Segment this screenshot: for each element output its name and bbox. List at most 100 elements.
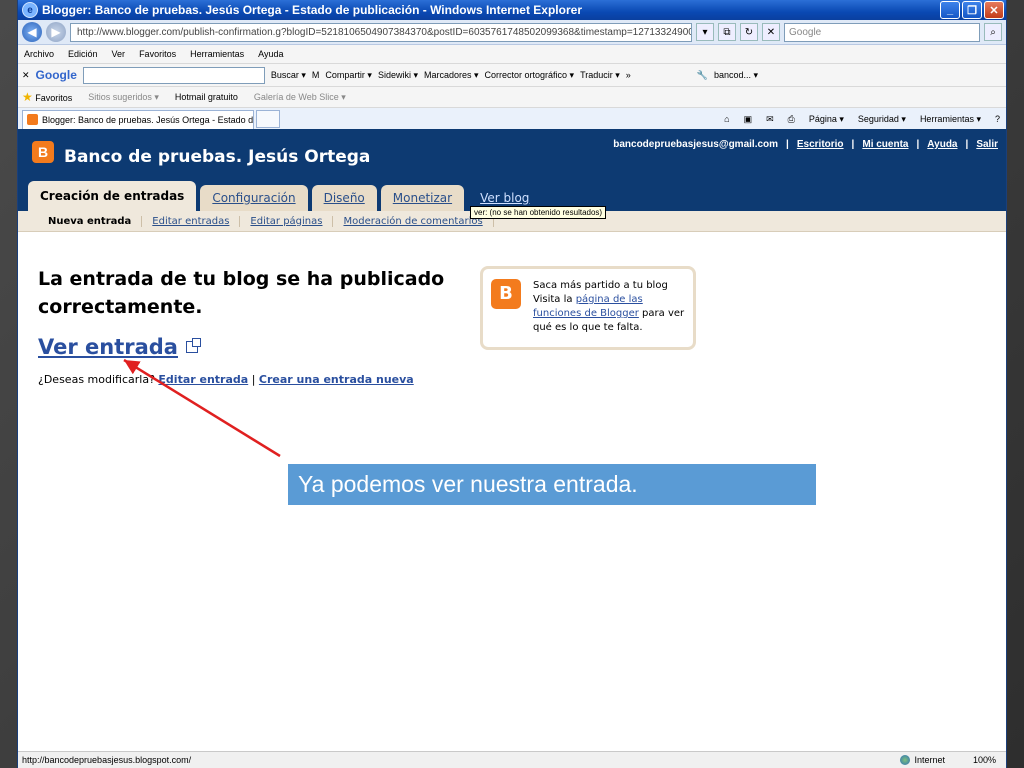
menu-favoritos[interactable]: Favoritos: [139, 49, 176, 59]
google-marcadores[interactable]: Marcadores ▾: [424, 70, 479, 81]
subtab-nueva-entrada[interactable]: Nueva entrada: [38, 215, 143, 227]
mail-icon[interactable]: ✉: [766, 114, 774, 125]
google-logo: Google: [35, 68, 77, 82]
google-toolbar: ✕ Google Buscar ▾ M Compartir ▾ Sidewiki…: [18, 64, 1006, 87]
separator: |: [965, 139, 969, 150]
blogger-favicon: [27, 114, 38, 125]
search-placeholder: Google: [789, 26, 822, 38]
edit-post-link[interactable]: Editar entrada: [158, 373, 248, 386]
blogger-page: B Banco de pruebas. Jesús Ortega bancode…: [18, 129, 1006, 751]
status-right: Internet 100%: [900, 755, 1006, 766]
print-icon[interactable]: ⎙: [788, 114, 795, 125]
tab-configuracion[interactable]: Configuración: [200, 185, 308, 211]
link-salir[interactable]: Salir: [976, 139, 998, 150]
callout-text: Ya podemos ver nuestra entrada.: [298, 471, 638, 497]
search-icon[interactable]: ⌕: [984, 23, 1002, 41]
cmd-seguridad[interactable]: Seguridad ▾: [858, 114, 906, 125]
wrench-icon[interactable]: 🔧: [697, 70, 708, 81]
menu-ver[interactable]: Ver: [112, 49, 126, 59]
separator: |: [916, 139, 920, 150]
back-icon[interactable]: ◀: [22, 22, 42, 42]
favorites-bar: ★ Favoritos Sitios sugeridos ▾ Hotmail g…: [18, 87, 1006, 108]
cmd-pagina[interactable]: Página ▾: [809, 114, 844, 125]
close-toolbar-icon[interactable]: ✕: [22, 70, 30, 81]
menu-edicion[interactable]: Edición: [68, 49, 98, 59]
menu-archivo[interactable]: Archivo: [24, 49, 54, 59]
browser-window: e Blogger: Banco de pruebas. Jesús Orteg…: [18, 0, 1006, 768]
modify-prompt: ¿Deseas modificarla?: [38, 373, 155, 386]
window-title: Blogger: Banco de pruebas. Jesús Ortega …: [42, 3, 582, 17]
star-icon: ★: [22, 90, 33, 104]
close-button[interactable]: ✕: [984, 1, 1004, 19]
browser-tab[interactable]: Blogger: Banco de pruebas. Jesús Ortega …: [22, 109, 254, 129]
zone-label: Internet: [914, 754, 945, 765]
promo-line1: Saca más partido a tu blog: [533, 280, 668, 291]
address-bar[interactable]: http://www.blogger.com/publish-confirmat…: [70, 22, 692, 42]
zoom-level[interactable]: 100%: [973, 755, 996, 765]
blogger-logo-icon: B: [32, 141, 54, 163]
tab-monetizar[interactable]: Monetizar: [380, 185, 465, 211]
new-tab-button[interactable]: [256, 110, 280, 128]
forward-icon[interactable]: ▶: [46, 22, 66, 42]
title-bar: e Blogger: Banco de pruebas. Jesús Orteg…: [18, 0, 1006, 20]
address-toolbar: ◀ ▶ http://www.blogger.com/publish-confi…: [18, 20, 1006, 45]
view-post-link[interactable]: Ver entrada: [38, 335, 458, 359]
menu-ayuda[interactable]: Ayuda: [258, 49, 283, 59]
link-mi-cuenta[interactable]: Mi cuenta: [862, 139, 908, 150]
subtab-editar-entradas[interactable]: Editar entradas: [142, 215, 241, 227]
link-ayuda[interactable]: Ayuda: [927, 139, 957, 150]
tab-diseno[interactable]: Diseño: [311, 185, 377, 211]
fav-sitios-sugeridos[interactable]: Sitios sugeridos ▾: [88, 92, 159, 103]
new-window-icon: [185, 338, 201, 353]
favorites-button[interactable]: ★ Favoritos: [22, 90, 72, 104]
feeds-icon[interactable]: ▣: [744, 114, 753, 125]
fav-hotmail[interactable]: Hotmail gratuito: [175, 92, 238, 102]
minimize-button[interactable]: _: [940, 1, 960, 19]
menu-herramientas[interactable]: Herramientas: [190, 49, 244, 59]
google-traducir[interactable]: Traducir ▾: [580, 70, 620, 81]
search-input[interactable]: Google: [784, 22, 980, 42]
confirmation: La entrada de tu blog se ha publicado co…: [38, 265, 458, 386]
google-compartir[interactable]: Compartir ▾: [325, 70, 372, 81]
google-search-input[interactable]: [82, 66, 265, 84]
user-links: bancodepruebasjesus@gmail.com | Escritor…: [613, 139, 998, 150]
home-icon[interactable]: ⌂: [724, 114, 729, 124]
blogger-tabs: Creación de entradas Configuración Diseñ…: [28, 181, 541, 211]
blogger-logo-icon: B: [491, 279, 521, 309]
google-buscar[interactable]: Buscar ▾: [271, 70, 306, 81]
gmail-icon[interactable]: M: [312, 70, 320, 80]
google-sidewiki[interactable]: Sidewiki ▾: [378, 70, 418, 81]
separator: |: [786, 139, 789, 150]
promo-line2: Visita la: [533, 294, 576, 305]
google-corrector[interactable]: Corrector ortográfico ▾: [485, 70, 575, 81]
callout-box: Ya podemos ver nuestra entrada.: [288, 464, 816, 505]
google-account[interactable]: bancod... ▾: [714, 70, 758, 81]
help-icon[interactable]: ?: [995, 114, 1000, 124]
confirm-title: La entrada de tu blog se ha publicado co…: [38, 268, 445, 318]
compat-icon[interactable]: ⧉: [718, 23, 736, 41]
tooltip: ver: (no se han obtenido resultados): [470, 206, 607, 219]
modify-row: ¿Deseas modificarla? Editar entrada | Cr…: [38, 373, 458, 386]
blog-title: Banco de pruebas. Jesús Ortega: [64, 147, 371, 167]
fav-web-slice[interactable]: Galería de Web Slice ▾: [254, 92, 346, 103]
promo-box: B Saca más partido a tu blog Visita la p…: [480, 266, 696, 350]
status-url: http://bancodepruebasjesus.blogspot.com/: [22, 755, 192, 765]
promo-text: Saca más partido a tu blog Visita la pág…: [533, 279, 685, 335]
new-post-link[interactable]: Crear una entrada nueva: [259, 373, 414, 386]
tab-creacion[interactable]: Creación de entradas: [28, 181, 197, 211]
maximize-button[interactable]: ❐: [962, 1, 982, 19]
status-bar: http://bancodepruebasjesus.blogspot.com/…: [18, 751, 1006, 768]
menu-bar: Archivo Edición Ver Favoritos Herramient…: [18, 45, 1006, 64]
tab-label: Blogger: Banco de pruebas. Jesús Ortega …: [42, 114, 254, 125]
google-more[interactable]: »: [626, 70, 631, 80]
internet-zone: Internet: [900, 755, 945, 766]
cmd-herramientas[interactable]: Herramientas ▾: [920, 114, 981, 125]
refresh-icon[interactable]: ↻: [740, 23, 758, 41]
dropdown-icon[interactable]: ▾: [696, 23, 714, 41]
view-post-label: Ver entrada: [38, 335, 178, 359]
separator: |: [851, 139, 855, 150]
globe-icon: [900, 755, 911, 766]
subtab-editar-paginas[interactable]: Editar páginas: [240, 215, 334, 227]
link-escritorio[interactable]: Escritorio: [797, 139, 844, 150]
stop-icon[interactable]: ✕: [762, 23, 780, 41]
